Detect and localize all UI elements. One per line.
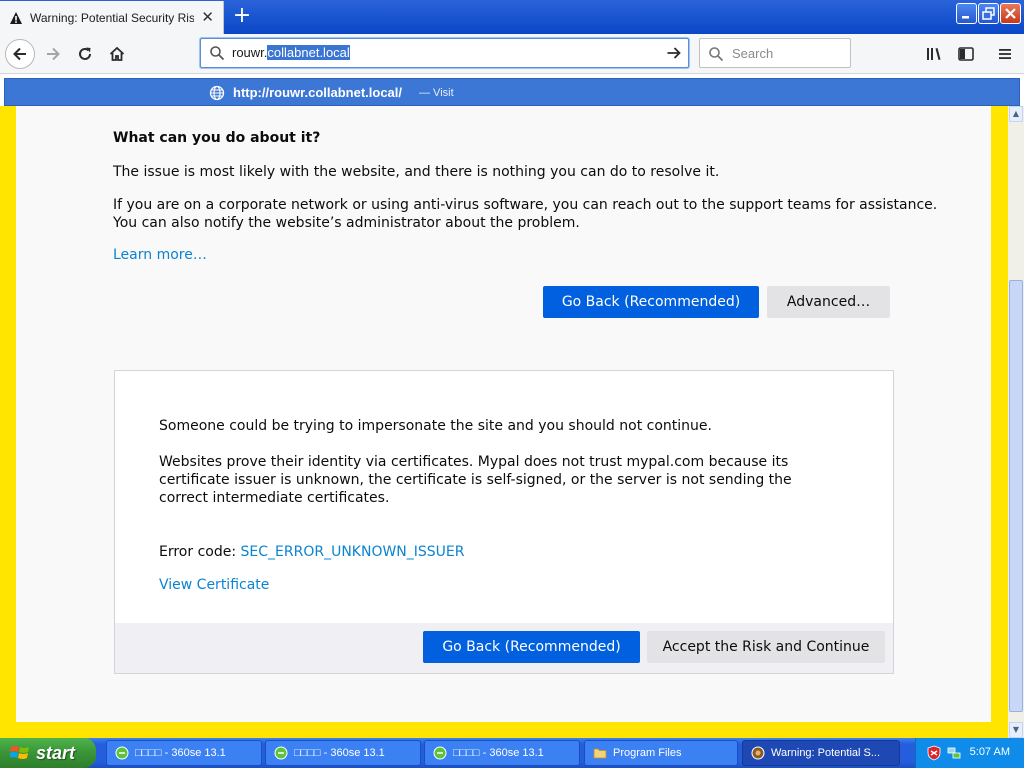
minimize-button[interactable]	[956, 3, 977, 24]
taskbar-item-label: □□□□ - 360se 13.1	[135, 747, 226, 759]
search-icon	[709, 47, 724, 62]
reload-icon	[79, 47, 91, 60]
taskbar-item[interactable]: □□□□ - 360se 13.1	[265, 740, 421, 766]
start-label: start	[36, 742, 76, 763]
tab-strip: Warning: Potential Security Risk A ✕ +	[0, 0, 1024, 34]
close-icon	[1005, 8, 1016, 19]
url-bar[interactable]: rouwr.collabnet.local	[200, 38, 689, 68]
system-tray: 5:07 AM	[915, 738, 1024, 768]
restore-button[interactable]	[978, 3, 999, 24]
network-icon[interactable]	[946, 745, 962, 761]
search-box[interactable]: Search	[699, 38, 851, 68]
taskbar-item-active[interactable]: Warning: Potential S...	[742, 740, 900, 766]
page-heading: What can you do about it?	[113, 130, 321, 146]
go-back-button-secondary[interactable]: Go Back (Recommended)	[423, 631, 640, 663]
suggestion-url: http://rouwr.collabnet.local/	[233, 85, 403, 100]
suggestion-action: — Visit	[419, 87, 454, 99]
sidebar-icon	[958, 47, 974, 61]
page-frame: What can you do about it? The issue is m…	[0, 106, 1008, 738]
start-button[interactable]: start	[0, 738, 96, 768]
globe-icon	[209, 85, 225, 101]
go-back-button[interactable]: Go Back (Recommended)	[543, 286, 759, 318]
windows-logo-icon	[10, 746, 29, 759]
hamburger-menu-icon	[999, 49, 1011, 59]
browser-360se-icon	[274, 746, 288, 760]
url-input[interactable]: rouwr.collabnet.local	[232, 45, 350, 60]
error-code-label: Error code:	[159, 544, 237, 560]
restore-icon	[982, 7, 995, 20]
search-icon	[210, 46, 225, 61]
taskbar-item-label: Warning: Potential S...	[771, 747, 881, 759]
url-autocomplete-selection: collabnet.local	[267, 45, 350, 60]
error-page: What can you do about it? The issue is m…	[16, 106, 991, 722]
view-certificate-link[interactable]: View Certificate	[159, 576, 269, 594]
sidebar-button[interactable]	[955, 43, 977, 65]
taskbar-item[interactable]: Program Files	[584, 740, 738, 766]
new-tab-button[interactable]: +	[230, 3, 254, 29]
notify-admin-text: You can also notify the website’s admini…	[113, 215, 580, 231]
library-icon	[927, 48, 941, 60]
corporate-network-text: If you are on a corporate network or usi…	[113, 197, 938, 213]
tab-title: Warning: Potential Security Risk A	[30, 10, 194, 25]
impersonate-warning-text: Someone could be trying to impersonate t…	[159, 418, 712, 434]
taskbar: start □□□□ - 360se 13.1 □□□□ - 360se 13.…	[0, 738, 1024, 768]
taskbar-item[interactable]: □□□□ - 360se 13.1	[106, 740, 262, 766]
scroll-up-arrow-icon[interactable]: ▲	[1009, 106, 1023, 122]
folder-icon	[593, 748, 607, 759]
warning-icon	[10, 11, 22, 24]
taskbar-item-label: Program Files	[613, 747, 682, 759]
menu-button[interactable]	[994, 43, 1016, 65]
security-shield-icon[interactable]	[926, 745, 942, 761]
nav-toolbar: rouwr.collabnet.local Search	[0, 34, 1024, 74]
clock: 5:07 AM	[969, 746, 1010, 758]
advanced-panel-footer: Go Back (Recommended) Accept the Risk an…	[115, 623, 893, 673]
certificate-explanation-text: Websites prove their identity via certif…	[159, 454, 792, 506]
minimize-icon	[962, 16, 969, 19]
error-code-link[interactable]: SEC_ERROR_UNKNOWN_ISSUER	[241, 544, 465, 560]
url-suggestion-row[interactable]: http://rouwr.collabnet.local/ — Visit	[4, 78, 1020, 106]
taskbar-item-label: □□□□ - 360se 13.1	[294, 747, 385, 759]
scroll-down-arrow-icon[interactable]: ▼	[1009, 722, 1023, 738]
browser-360se-icon	[433, 746, 447, 760]
vertical-scrollbar[interactable]: ▲ ▼	[1008, 106, 1024, 738]
taskbar-item[interactable]: □□□□ - 360se 13.1	[424, 740, 580, 766]
tab-close-icon[interactable]: ✕	[201, 10, 214, 25]
explanation-text: The issue is most likely with the websit…	[113, 164, 720, 180]
taskbar-item-label: □□□□ - 360se 13.1	[453, 747, 544, 759]
go-arrow-icon[interactable]	[665, 44, 683, 62]
advanced-button[interactable]: Advanced…	[767, 286, 890, 318]
browser-tab[interactable]: Warning: Potential Security Risk A ✕	[0, 1, 224, 34]
url-typed-text: rouwr.	[232, 45, 268, 60]
forward-button[interactable]	[38, 39, 68, 69]
error-code-line: Error code: SEC_ERROR_UNKNOWN_ISSUER	[159, 543, 819, 561]
advanced-panel: Someone could be trying to impersonate t…	[114, 370, 894, 674]
forward-arrow-icon	[47, 47, 60, 61]
mypal-browser-icon	[751, 746, 765, 760]
home-icon	[109, 46, 125, 61]
home-button[interactable]	[102, 39, 132, 69]
learn-more-link[interactable]: Learn more…	[113, 247, 207, 263]
back-arrow-icon	[13, 47, 26, 61]
search-placeholder: Search	[732, 46, 774, 61]
window-close-button[interactable]	[1000, 3, 1021, 24]
accept-risk-button[interactable]: Accept the Risk and Continue	[647, 631, 885, 663]
reload-button[interactable]	[70, 39, 100, 69]
browser-360se-icon	[115, 746, 129, 760]
library-button[interactable]	[923, 43, 945, 65]
back-button[interactable]	[5, 39, 35, 69]
scrollbar-thumb[interactable]	[1009, 280, 1023, 712]
